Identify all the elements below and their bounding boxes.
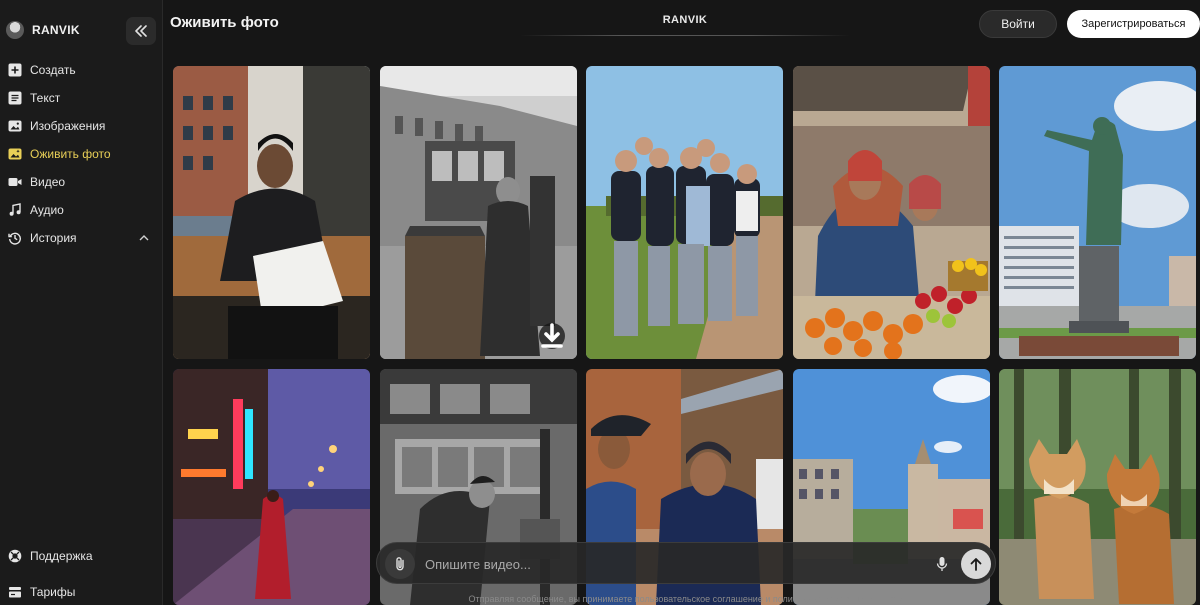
double-chevron-left-icon bbox=[135, 25, 147, 37]
sidebar-item-label: Изображения bbox=[30, 119, 106, 133]
sidebar-item-video[interactable]: Видео bbox=[0, 168, 163, 196]
sidebar-item-label: Поддержка bbox=[30, 549, 93, 563]
attach-button[interactable] bbox=[385, 549, 415, 579]
header-brand: RANVIK bbox=[662, 14, 708, 26]
collapse-sidebar-button[interactable] bbox=[126, 17, 156, 45]
header-divider bbox=[520, 35, 850, 36]
brand-logo-icon bbox=[6, 21, 24, 39]
paperclip-icon bbox=[396, 557, 404, 571]
sidebar-item-label: Создать bbox=[30, 63, 76, 77]
sidebar-item-pricing[interactable]: Тарифы bbox=[0, 579, 163, 605]
sidebar-item-create[interactable]: Создать bbox=[0, 56, 163, 84]
gallery-photo[interactable] bbox=[173, 369, 370, 605]
sidebar-item-label: Аудио bbox=[30, 203, 64, 217]
gallery-photo[interactable] bbox=[586, 66, 783, 359]
terms-disclaimer: Отправляя сообщение, вы принимаете польз… bbox=[468, 594, 904, 604]
plus-icon bbox=[8, 63, 22, 77]
gallery-photo[interactable] bbox=[380, 66, 577, 359]
photo-market-fruit-icon bbox=[793, 66, 990, 359]
music-icon bbox=[8, 203, 22, 217]
sidebar-item-label: Видео bbox=[30, 175, 66, 189]
image-icon bbox=[8, 119, 22, 133]
prompt-composer bbox=[376, 542, 996, 584]
animate-photo-icon bbox=[8, 147, 22, 161]
prompt-input[interactable] bbox=[425, 552, 905, 576]
sidebar-item-label: История bbox=[30, 231, 77, 245]
send-button[interactable] bbox=[961, 549, 991, 579]
sidebar-item-audio[interactable]: Аудио bbox=[0, 196, 163, 224]
gallery-photo[interactable] bbox=[173, 66, 370, 359]
sidebar-item-text[interactable]: Текст bbox=[0, 84, 163, 112]
sidebar-nav: Создать Текст Изображения Оживить фото В… bbox=[0, 56, 163, 252]
brand[interactable]: RANVIK bbox=[6, 18, 80, 42]
photo-man-reading-icon bbox=[173, 66, 370, 359]
video-icon bbox=[8, 175, 22, 189]
photo-dogs-forest-icon bbox=[999, 369, 1196, 605]
page-title: Оживить фото bbox=[170, 14, 279, 31]
photo-group-friends-icon bbox=[586, 66, 783, 359]
sidebar-item-images[interactable]: Изображения bbox=[0, 112, 163, 140]
microphone-icon bbox=[936, 557, 948, 571]
gallery-photo[interactable] bbox=[999, 369, 1196, 605]
download-icon bbox=[541, 323, 563, 348]
download-button[interactable] bbox=[539, 323, 565, 349]
history-icon bbox=[8, 231, 22, 245]
photo-neon-street-icon bbox=[173, 369, 370, 605]
chevron-up-icon[interactable] bbox=[139, 231, 149, 245]
login-button[interactable]: Войти bbox=[979, 10, 1057, 38]
gallery-photo[interactable] bbox=[999, 66, 1196, 359]
text-icon bbox=[8, 91, 22, 105]
brand-name: RANVIK bbox=[32, 23, 80, 37]
support-icon bbox=[8, 549, 22, 563]
sidebar-item-label: Тарифы bbox=[30, 585, 76, 599]
microphone-button[interactable] bbox=[929, 551, 955, 577]
sidebar-item-label: Оживить фото bbox=[30, 147, 111, 161]
sidebar: RANVIK Создать Текст Изображения Оживить… bbox=[0, 0, 163, 605]
sidebar-item-animate-photo[interactable]: Оживить фото bbox=[0, 140, 163, 168]
sidebar-footer: Поддержка Тарифы bbox=[0, 543, 163, 605]
arrow-up-icon bbox=[970, 558, 982, 571]
sidebar-item-support[interactable]: Поддержка bbox=[0, 543, 163, 569]
pricing-icon bbox=[8, 585, 22, 599]
sidebar-item-label: Текст bbox=[30, 91, 61, 105]
register-button[interactable]: Зарегистрироваться bbox=[1067, 10, 1200, 38]
gallery-photo[interactable] bbox=[793, 66, 990, 359]
photo-monument-icon bbox=[999, 66, 1196, 359]
photo-old-street-icon bbox=[380, 66, 577, 359]
sidebar-item-history[interactable]: История bbox=[0, 224, 163, 252]
